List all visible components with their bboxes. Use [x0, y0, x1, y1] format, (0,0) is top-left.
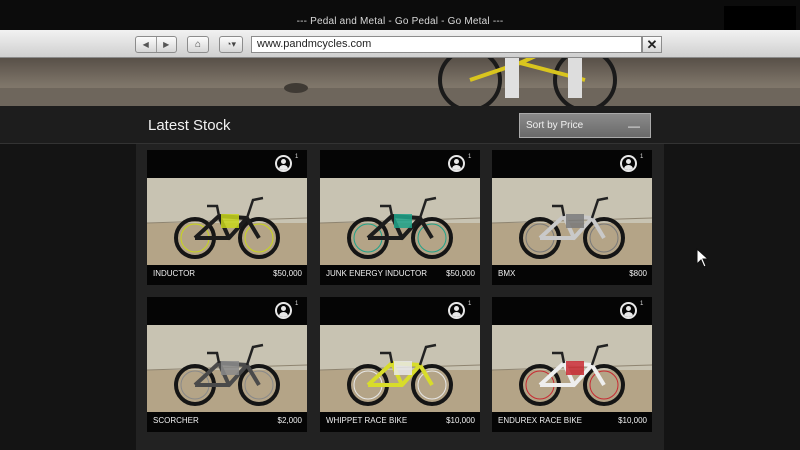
product-name: ENDUREX RACE BIKE — [498, 416, 583, 425]
bicycle-icon — [147, 325, 307, 412]
bicycle-icon — [492, 325, 652, 412]
bicycle-icon — [320, 325, 480, 412]
owner-count: 1 — [468, 154, 472, 160]
product-price: $50,000 — [273, 269, 302, 278]
bicycle-icon — [320, 178, 480, 265]
user-icon — [448, 155, 465, 172]
window-title: --- Pedal and Metal - Go Pedal - Go Meta… — [296, 16, 504, 27]
product-image — [492, 325, 652, 412]
product-card[interactable]: 1 WHIPPET RACE BIKE $10,000 — [320, 297, 480, 432]
product-price: $800 — [629, 269, 647, 278]
user-icon — [620, 302, 637, 319]
product-image — [147, 325, 307, 412]
nav-buttons: ◀ ▶ — [135, 36, 177, 53]
product-card[interactable]: 1 SCORCHER $2,000 — [147, 297, 307, 432]
back-button[interactable]: ◀ — [136, 37, 156, 52]
arrow-right-icon: ▶ — [163, 40, 170, 49]
product-image — [320, 325, 480, 412]
product-price: $10,000 — [446, 416, 475, 425]
close-icon: ✕ — [646, 36, 658, 52]
user-icon — [275, 302, 292, 319]
bike-banner-image — [0, 58, 800, 106]
clock-icon: ◔▾ — [226, 39, 236, 49]
owner-count: 1 — [295, 301, 299, 307]
product-name: WHIPPET RACE BIKE — [326, 416, 408, 425]
product-image — [492, 178, 652, 265]
history-button[interactable]: ◔▾ — [219, 36, 243, 53]
user-icon — [275, 155, 292, 172]
product-image — [147, 178, 307, 265]
product-name: BMX — [498, 269, 516, 278]
mouse-cursor-icon — [696, 248, 710, 268]
close-button[interactable]: ✕ — [642, 36, 662, 53]
page-title: Latest Stock — [148, 117, 231, 134]
owner-count: 1 — [468, 301, 472, 307]
bicycle-icon — [147, 178, 307, 265]
product-card[interactable]: 1 INDUCTOR $50,000 — [147, 150, 307, 285]
header-band — [0, 106, 800, 144]
dropdown-toggle-icon: — — [628, 119, 640, 133]
product-image — [320, 178, 480, 265]
sort-selected-value: Sort by Price — [526, 120, 584, 131]
product-name: JUNK ENERGY INDUCTOR — [326, 269, 428, 278]
owner-count: 1 — [640, 154, 644, 160]
forward-button[interactable]: ▶ — [155, 37, 177, 52]
hero-banner — [0, 58, 800, 106]
product-price: $2,000 — [277, 416, 302, 425]
product-card[interactable]: 1 ENDUREX RACE BIKE $10,000 — [492, 297, 652, 432]
home-button[interactable]: ⌂ — [187, 36, 209, 53]
bicycle-icon — [492, 178, 652, 265]
product-name: SCORCHER — [153, 416, 199, 425]
owner-count: 1 — [295, 154, 299, 160]
product-price: $50,000 — [446, 269, 475, 278]
user-icon — [620, 155, 637, 172]
arrow-left-icon: ◀ — [142, 40, 149, 49]
product-name: INDUCTOR — [153, 269, 196, 278]
url-input[interactable]: www.pandmcycles.com — [251, 36, 642, 53]
sort-dropdown[interactable]: Sort by Price — — [519, 113, 651, 138]
product-card[interactable]: 1 JUNK ENERGY INDUCTOR $50,000 — [320, 150, 480, 285]
owner-count: 1 — [640, 301, 644, 307]
product-price: $10,000 — [618, 416, 647, 425]
user-icon — [448, 302, 465, 319]
product-card[interactable]: 1 BMX $800 — [492, 150, 652, 285]
home-icon: ⌂ — [194, 39, 202, 50]
